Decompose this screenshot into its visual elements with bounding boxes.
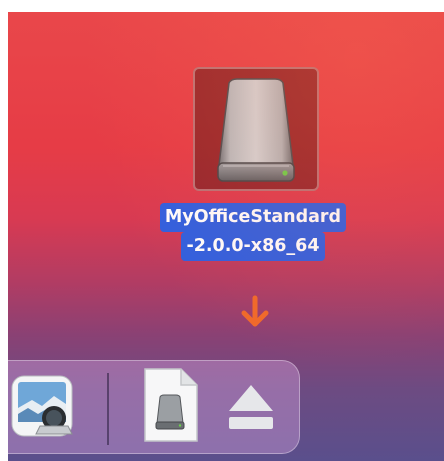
eject-icon[interactable] — [225, 381, 277, 433]
external-drive-icon[interactable] — [215, 77, 297, 183]
disk-image-file-icon[interactable] — [141, 367, 199, 443]
preview-app-icon[interactable] — [10, 374, 74, 438]
drive-label-line-2: -2.0.0-x86_64 — [181, 232, 325, 261]
drive-label-line-1: MyOfficeStandard — [159, 203, 347, 232]
desktop: MyOfficeStandard -2.0.0-x86_64 — [8, 12, 444, 461]
down-arrow-icon — [241, 295, 269, 327]
dock-divider — [107, 373, 109, 445]
dock — [8, 360, 300, 454]
drive-label[interactable]: MyOfficeStandard -2.0.0-x86_64 — [143, 203, 363, 261]
drive-icon-selection[interactable] — [193, 67, 319, 191]
